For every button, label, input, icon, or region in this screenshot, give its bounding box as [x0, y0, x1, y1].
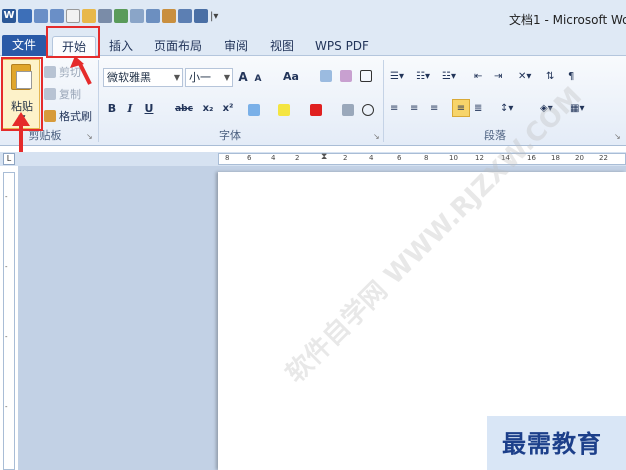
org-chart-icon[interactable]	[194, 9, 208, 23]
change-case-button[interactable]: Aa	[280, 68, 302, 86]
tab-selector[interactable]: L	[3, 153, 15, 165]
font-color-icon[interactable]	[310, 104, 322, 116]
paragraph-dialog-launcher-icon[interactable]: ↘	[614, 132, 621, 141]
copy-icon	[44, 88, 56, 100]
tab-page-layout[interactable]: 页面布局	[148, 36, 208, 56]
highlight-color-icon[interactable]	[278, 104, 290, 116]
chinese-layout-button[interactable]: ✕▾	[518, 68, 540, 86]
character-border-icon[interactable]	[360, 70, 372, 82]
ruler-number: 8	[225, 154, 230, 162]
undo-icon[interactable]	[34, 9, 48, 23]
ruler-number: 6	[397, 154, 402, 162]
font-name-select[interactable]: 微软雅黑 ▼	[103, 68, 183, 87]
vertical-ruler[interactable]: - - - -	[3, 172, 15, 470]
tab-wps-pdf[interactable]: WPS PDF	[312, 36, 372, 56]
font-name-value: 微软雅黑	[107, 71, 151, 84]
vruler-tick: -	[5, 263, 8, 271]
align-right-button[interactable]: ≡	[430, 100, 446, 118]
scissors-icon	[44, 66, 56, 78]
redo-icon[interactable]	[50, 9, 64, 23]
ruler-number: 6	[247, 154, 252, 162]
strikethrough-button[interactable]: abc	[174, 100, 194, 118]
font-dialog-launcher-icon[interactable]: ↘	[373, 132, 380, 141]
decrease-indent-button[interactable]: ⇤	[474, 68, 492, 86]
brand-logo-text: 最需教育	[502, 429, 602, 458]
justify-button[interactable]: ≡	[452, 99, 470, 117]
quick-print-icon[interactable]	[146, 9, 160, 23]
chevron-down-icon: ▼	[173, 73, 180, 82]
window-title: 文档1 - Microsoft Wor	[509, 13, 626, 27]
quick-access-toolbar: W |▾	[2, 9, 218, 23]
vruler-tick: -	[5, 193, 8, 201]
ruler-number: 8	[424, 154, 429, 162]
format-painter-button[interactable]: 格式刷	[44, 108, 92, 124]
font-size-select[interactable]: 小一 ▼	[185, 68, 233, 87]
line-spacing-button[interactable]: ↕▾	[500, 100, 524, 118]
font-group-label: 字体	[219, 129, 241, 142]
open-folder-icon[interactable]	[82, 9, 96, 23]
tab-review[interactable]: 审阅	[220, 36, 252, 56]
character-shading-icon[interactable]	[342, 104, 354, 116]
print-icon[interactable]	[98, 9, 112, 23]
clear-formatting-icon[interactable]	[320, 70, 332, 82]
ruler-number: 22	[599, 154, 608, 162]
superscript-button[interactable]: x²	[220, 100, 236, 118]
ruler-number: 4	[271, 154, 276, 162]
ruler-number: 4	[369, 154, 374, 162]
indent-marker-icon[interactable]: ⧗	[321, 152, 327, 162]
enclose-characters-icon[interactable]	[362, 104, 374, 116]
phonetic-guide-icon[interactable]	[340, 70, 352, 82]
copy-label: 复制	[59, 88, 81, 101]
numbering-button[interactable]: ☷▾	[416, 68, 440, 86]
ruler-number: 20	[575, 154, 584, 162]
group-separator	[383, 60, 384, 142]
shrink-font-button[interactable]: A	[252, 70, 264, 88]
paintbrush-icon	[44, 110, 56, 122]
customize-qat-icon[interactable]: |▾	[210, 11, 218, 22]
ruler-number: 2	[295, 154, 300, 162]
text-effects-icon[interactable]	[248, 104, 260, 116]
tab-view[interactable]: 视图	[264, 36, 300, 56]
format-painter-label: 格式刷	[59, 110, 92, 123]
bold-button[interactable]: B	[105, 100, 119, 118]
tab-file[interactable]: 文件	[2, 35, 46, 56]
annotation-arrow-home	[70, 56, 92, 85]
show-marks-button[interactable]: ¶	[568, 68, 582, 86]
horizontal-ruler[interactable]: 8 6 4 2 2 4 6 8 10 12 14 16 18 20 22 ⧗	[218, 152, 626, 165]
save-icon[interactable]	[18, 9, 32, 23]
chevron-down-icon: ▼	[223, 73, 230, 82]
subscript-button[interactable]: x₂	[200, 100, 216, 118]
clipboard-dialog-launcher-icon[interactable]: ↘	[86, 132, 93, 141]
font-size-value: 小一	[189, 71, 211, 84]
align-left-button[interactable]: ≡	[390, 100, 406, 118]
ruler-number: 18	[551, 154, 560, 162]
spelling-icon[interactable]	[162, 9, 176, 23]
distributed-button[interactable]: ≣	[474, 100, 490, 118]
bullets-button[interactable]: ☰▾	[390, 68, 414, 86]
increase-indent-button[interactable]: ⇥	[494, 68, 512, 86]
new-document-icon[interactable]	[66, 9, 80, 23]
vruler-tick: -	[5, 403, 8, 411]
word-app-icon[interactable]: W	[2, 9, 16, 23]
ruler-number: 10	[449, 154, 458, 162]
italic-button[interactable]: I	[123, 100, 137, 118]
vruler-tick: -	[5, 333, 8, 341]
tab-insert[interactable]: 插入	[104, 36, 138, 56]
align-center-button[interactable]: ≡	[410, 100, 426, 118]
grow-font-button[interactable]: A	[236, 68, 250, 86]
copy-button[interactable]: 复制	[44, 86, 81, 102]
multilevel-list-button[interactable]: ☳▾	[442, 68, 466, 86]
ruler-number: 2	[343, 154, 348, 162]
draw-table-icon[interactable]	[178, 9, 192, 23]
underline-button[interactable]: U	[142, 100, 156, 118]
email-icon[interactable]	[114, 9, 128, 23]
print-preview-icon[interactable]	[130, 9, 144, 23]
